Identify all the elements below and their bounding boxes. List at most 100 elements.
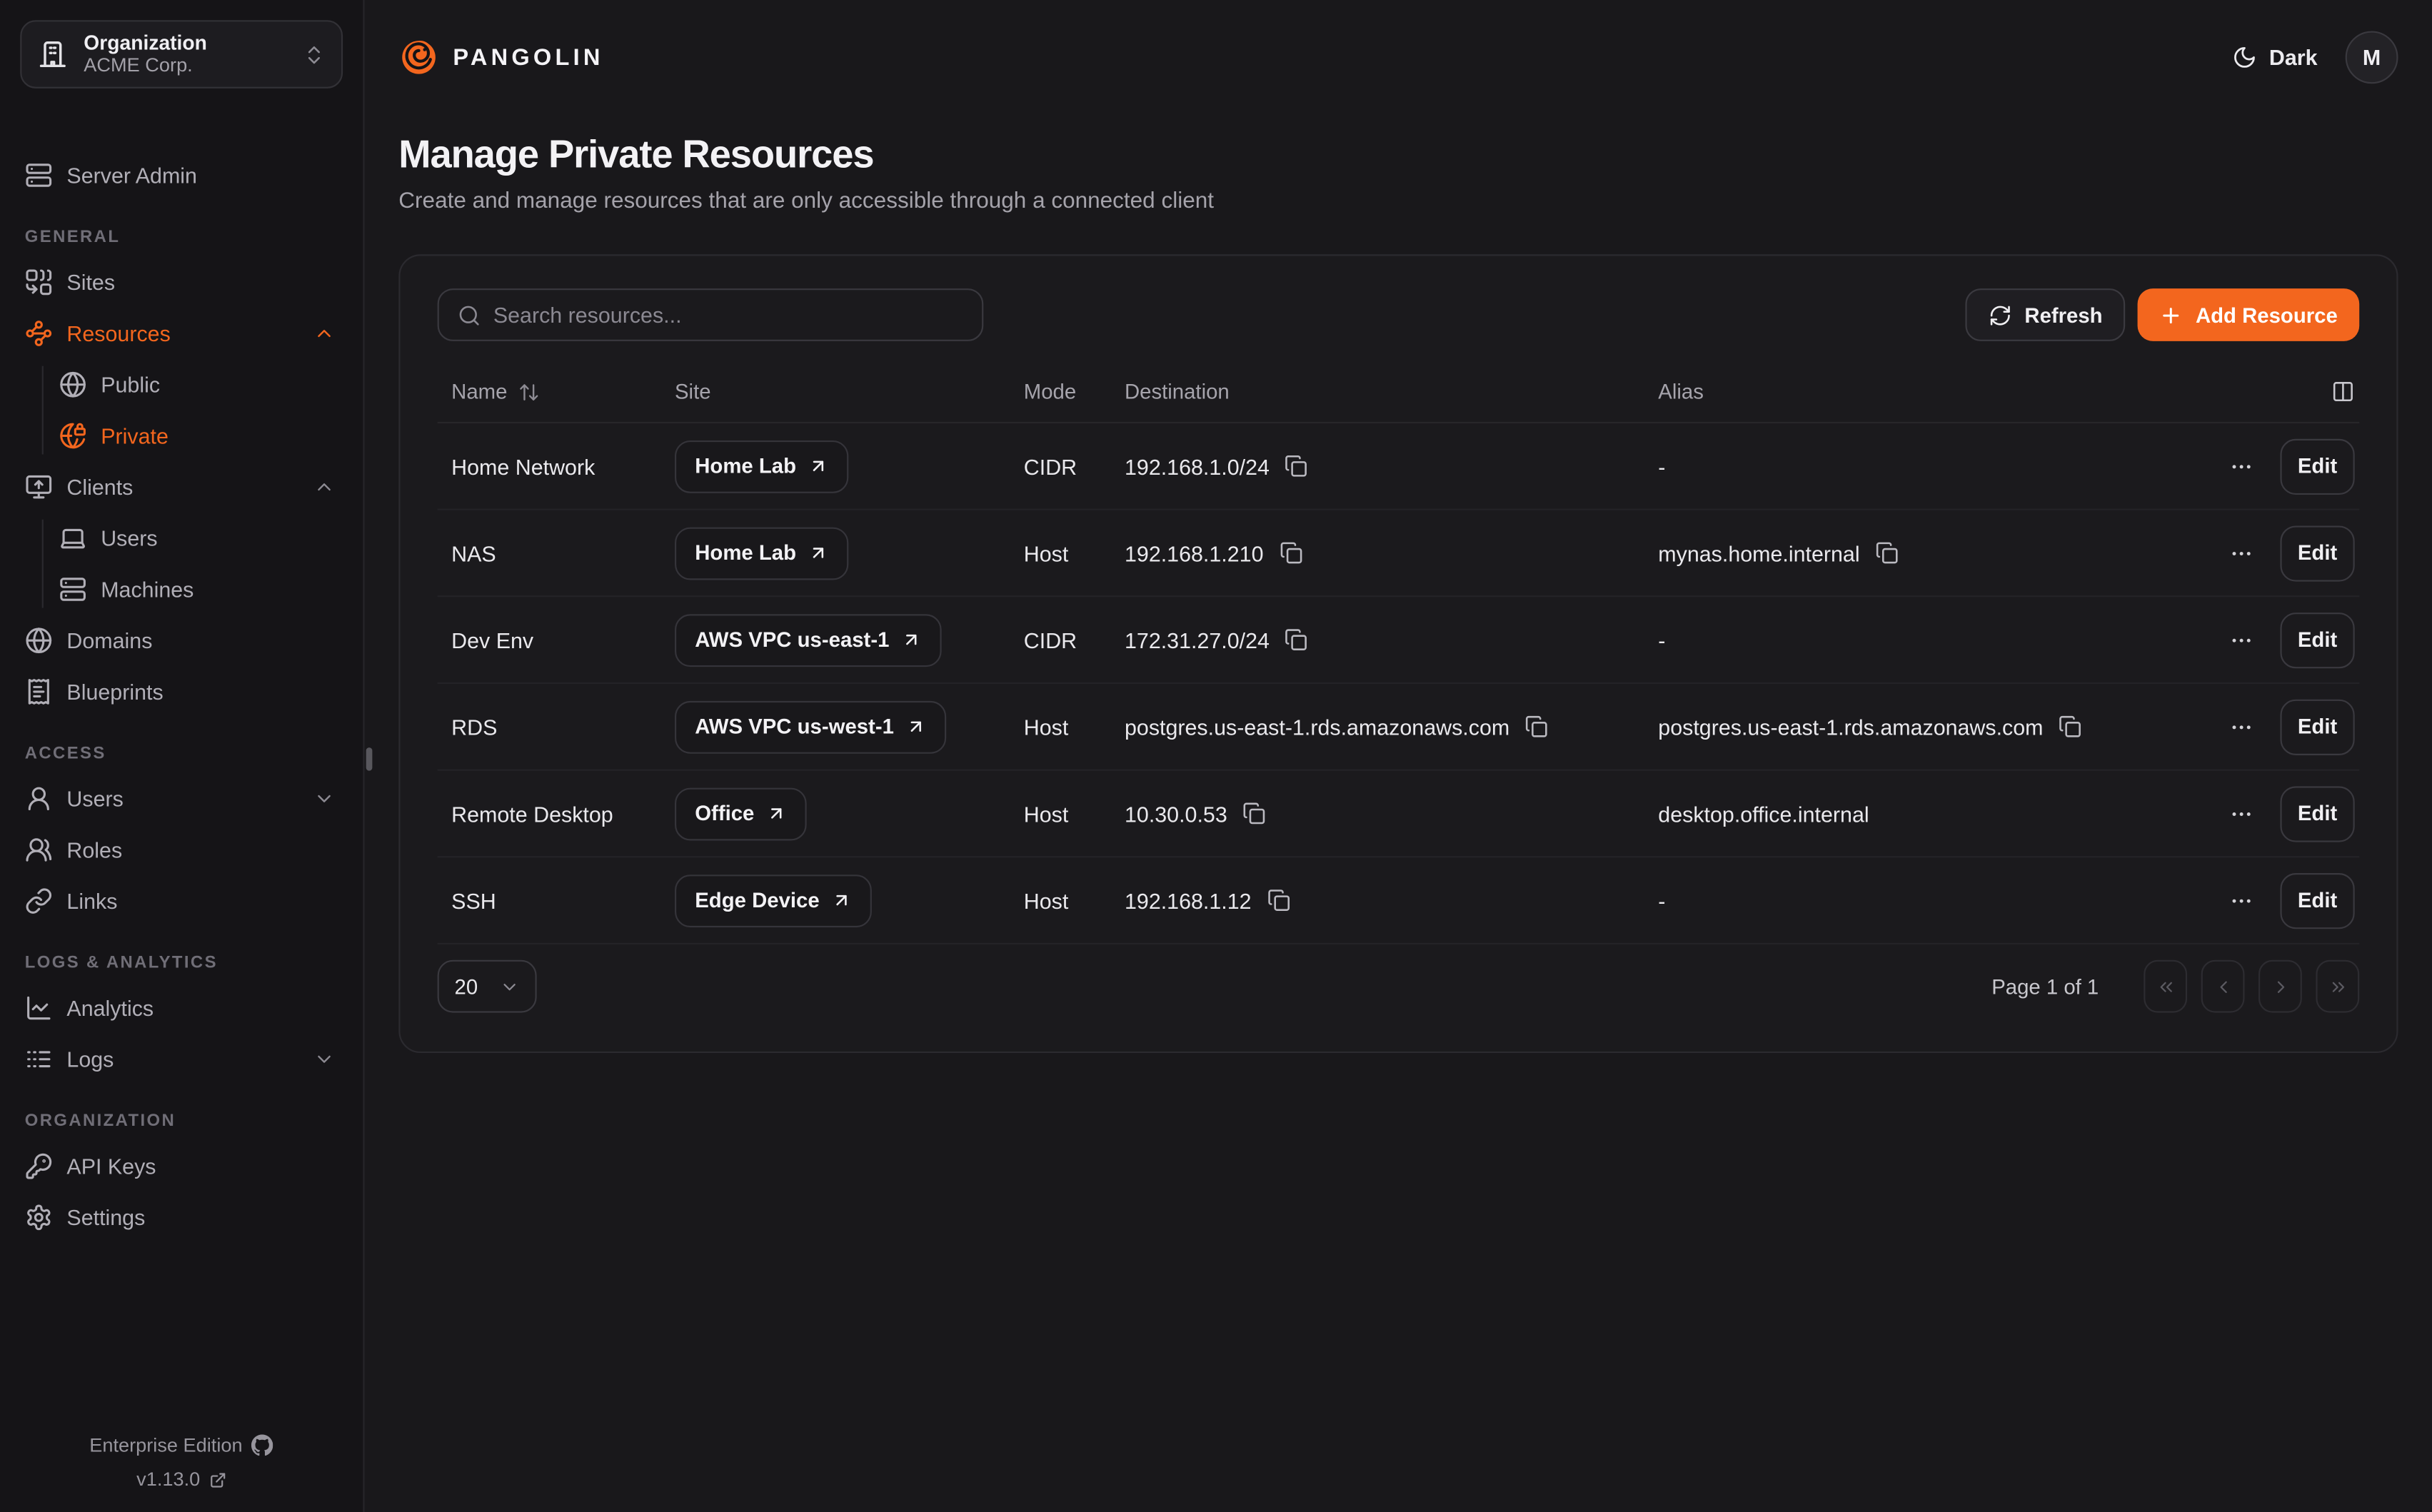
avatar[interactable]: M — [2346, 31, 2398, 84]
row-menu-button[interactable] — [2229, 888, 2254, 913]
copy-icon — [1242, 802, 1266, 825]
row-menu-button[interactable] — [2229, 540, 2254, 565]
sidebar-item-clients[interactable]: Clients — [25, 468, 335, 505]
copy-button[interactable] — [1525, 715, 1549, 738]
sidebar-item-analytics[interactable]: Analytics — [25, 989, 335, 1027]
cell-alias: mynas.home.internal — [1658, 540, 1859, 565]
search-input[interactable] — [493, 303, 963, 328]
cell-alias: - — [1658, 453, 1665, 478]
sidebar-item-machines[interactable]: Machines — [59, 570, 336, 608]
globe-icon — [59, 371, 87, 398]
row-menu-button[interactable] — [2229, 628, 2254, 652]
cell-mode: Host — [1024, 888, 1125, 913]
first-page-button[interactable] — [2144, 960, 2187, 1013]
table-row: Remote Desktop Office Host 10.30.0.53 de… — [438, 771, 2360, 858]
user-icon — [25, 785, 53, 812]
last-page-button[interactable] — [2316, 960, 2359, 1013]
sidebar-item-label: Machines — [101, 577, 194, 602]
edit-button[interactable]: Edit — [2280, 525, 2354, 580]
top-header: PANGOLIN Dark M — [398, 0, 2398, 115]
next-page-button[interactable] — [2258, 960, 2302, 1013]
cell-mode: Host — [1024, 801, 1125, 826]
theme-toggle[interactable]: Dark — [2232, 45, 2318, 70]
sidebar-item-label: Domains — [66, 628, 152, 653]
copy-button[interactable] — [1875, 541, 1899, 565]
section-label-general: GENERAL — [25, 228, 338, 246]
sidebar-item-server-admin[interactable]: Server Admin — [25, 156, 335, 193]
sidebar-item-roles[interactable]: Roles — [25, 831, 335, 868]
laptop-icon — [59, 524, 87, 552]
table-row: RDS AWS VPC us-west-1 Host postgres.us-e… — [438, 684, 2360, 771]
cell-mode: CIDR — [1024, 453, 1125, 478]
sidebar-item-public[interactable]: Public — [59, 366, 336, 403]
cell-alias: postgres.us-east-1.rds.amazonaws.com — [1658, 714, 2043, 739]
sidebar-item-private[interactable]: Private — [59, 417, 336, 454]
site-link-button[interactable]: Home Lab — [675, 527, 849, 580]
page-size-select[interactable]: 20 — [438, 960, 537, 1013]
org-selector-label: Organization — [84, 31, 287, 54]
refresh-icon — [1989, 303, 2012, 327]
plus-icon — [2160, 303, 2184, 327]
copy-button[interactable] — [1267, 889, 1290, 912]
column-header-name[interactable]: Name — [451, 380, 675, 403]
brand[interactable]: PANGOLIN — [398, 37, 603, 77]
sidebar-item-settings[interactable]: Settings — [25, 1199, 335, 1236]
sidebar-item-resources[interactable]: Resources — [25, 315, 335, 352]
sidebar-item-users[interactable]: Users — [25, 780, 335, 817]
sidebar-item-sites[interactable]: Sites — [25, 263, 335, 301]
main-content: PANGOLIN Dark M Manage Private Resources… — [365, 0, 2432, 1512]
cell-alias: - — [1658, 628, 1665, 652]
org-selector[interactable]: Organization ACME Corp. — [20, 20, 343, 89]
section-label-logs-analytics: LOGS & ANALYTICS — [25, 954, 338, 972]
edit-button[interactable]: Edit — [2280, 612, 2354, 667]
cell-name: SSH — [451, 888, 675, 913]
row-menu-button[interactable] — [2229, 453, 2254, 478]
waypoints-icon — [25, 320, 53, 348]
edit-button[interactable]: Edit — [2280, 872, 2354, 928]
site-link-button[interactable]: AWS VPC us-west-1 — [675, 700, 947, 753]
ellipsis-icon — [2229, 628, 2254, 652]
add-resource-button[interactable]: Add Resource — [2139, 288, 2360, 341]
edit-button[interactable]: Edit — [2280, 438, 2354, 494]
chevrons-left-icon — [2156, 977, 2176, 997]
cell-alias: - — [1658, 888, 1665, 913]
sidebar-item-logs[interactable]: Logs — [25, 1041, 335, 1078]
site-link-button[interactable]: AWS VPC us-east-1 — [675, 613, 942, 666]
section-label-access: ACCESS — [25, 745, 338, 763]
ellipsis-icon — [2229, 453, 2254, 478]
org-selector-text: Organization ACME Corp. — [84, 31, 287, 77]
column-settings-button[interactable] — [2331, 380, 2355, 403]
version-line[interactable]: v1.13.0 — [0, 1463, 363, 1497]
sidebar-item-label: Server Admin — [66, 163, 197, 188]
cell-destination: postgres.us-east-1.rds.amazonaws.com — [1125, 714, 1509, 739]
sidebar-item-label: Sites — [66, 270, 115, 295]
refresh-button[interactable]: Refresh — [1966, 288, 2126, 341]
row-menu-button[interactable] — [2229, 714, 2254, 739]
cell-mode: Host — [1024, 714, 1125, 739]
copy-button[interactable] — [1242, 802, 1266, 825]
sidebar-item-domains[interactable]: Domains — [25, 622, 335, 659]
sidebar-scrollbar-thumb[interactable] — [366, 747, 373, 771]
copy-button[interactable] — [2059, 715, 2082, 738]
edit-button[interactable]: Edit — [2280, 699, 2354, 755]
version-label: v1.13.0 — [136, 1463, 200, 1497]
edition-line[interactable]: Enterprise Edition — [0, 1428, 363, 1463]
site-link-button[interactable]: Home Lab — [675, 440, 849, 493]
sidebar-item-blueprints[interactable]: Blueprints — [25, 673, 335, 710]
site-link-button[interactable]: Edge Device — [675, 874, 873, 927]
sidebar-item-links[interactable]: Links — [25, 882, 335, 919]
prev-page-button[interactable] — [2201, 960, 2245, 1013]
sidebar-item-api-keys[interactable]: API Keys — [25, 1148, 335, 1185]
copy-button[interactable] — [1285, 455, 1309, 478]
copy-button[interactable] — [1285, 628, 1309, 652]
edit-button[interactable]: Edit — [2280, 785, 2354, 841]
row-menu-button[interactable] — [2229, 801, 2254, 826]
site-link-button[interactable]: Office — [675, 787, 807, 840]
pagination-controls: Page 1 of 1 — [1991, 960, 2359, 1013]
cell-destination: 172.31.27.0/24 — [1125, 628, 1270, 652]
toolbar-actions: Refresh Add Resource — [1966, 288, 2359, 341]
cell-destination: 10.30.0.53 — [1125, 801, 1227, 826]
chart-line-icon — [25, 994, 53, 1022]
sidebar-item-client-users[interactable]: Users — [59, 520, 336, 557]
copy-button[interactable] — [1279, 541, 1302, 565]
